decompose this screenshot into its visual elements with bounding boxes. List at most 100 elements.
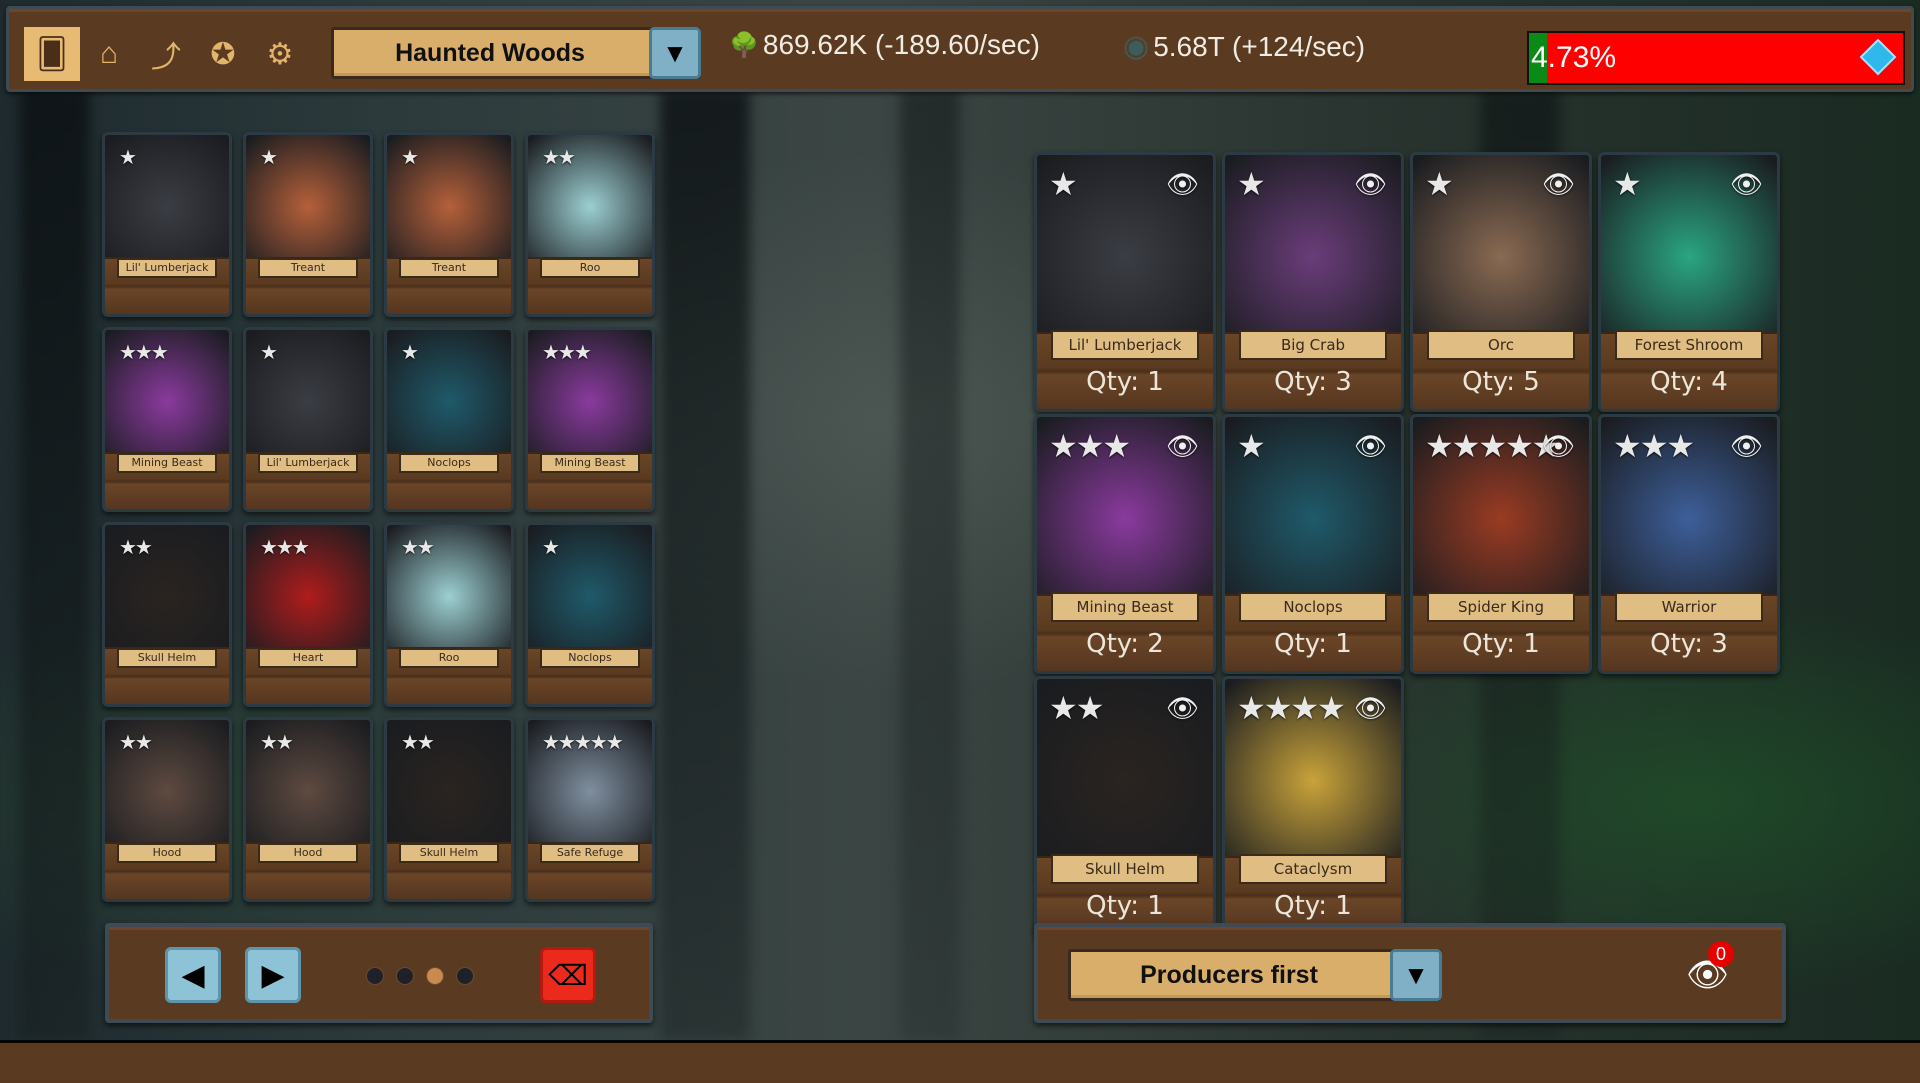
eye-icon[interactable]: 👁 [1354, 169, 1387, 200]
deck-card[interactable]: Safe Refuge ★★★★★ [525, 717, 655, 902]
star-rating-icon: ★ [1613, 166, 1642, 202]
stone-amount: 5.68T (+124/sec) [1153, 30, 1366, 62]
card-name: Forest Shroom [1615, 330, 1763, 360]
star-rating-icon: ★★★ [1613, 428, 1695, 464]
region-selected: Haunted Woods [395, 38, 585, 67]
diamond-gem-icon[interactable] [1859, 38, 1897, 76]
star-rating-icon: ★ [401, 342, 419, 364]
eye-icon[interactable]: 👁 [1542, 431, 1575, 462]
star-rating-icon: ★★ [119, 732, 153, 754]
card-name: Treant [258, 258, 358, 278]
deck-card[interactable]: Mining Beast ★★★ [525, 327, 655, 512]
nav-button-cards[interactable]: 🂠 [24, 27, 80, 81]
eye-icon[interactable]: 👁 [1354, 431, 1387, 462]
collection-card[interactable]: Skull Helm ★★ 👁 Qty: 1 [1034, 676, 1216, 936]
star-rating-icon: ★★ [1049, 690, 1104, 726]
zone-progress-bar: 4.73% [1527, 31, 1905, 85]
stone-coin-icon: ◉ [1123, 30, 1150, 63]
deck-card[interactable]: Roo ★★ [525, 132, 655, 317]
nav-button-settings-gears[interactable]: ⚙ [252, 27, 308, 81]
deck-card[interactable]: Noclops ★ [384, 327, 514, 512]
next-page-button[interactable]: ▶ [245, 947, 301, 1003]
deck-card[interactable]: Roo ★★ [384, 522, 514, 707]
collection-card[interactable]: Orc ★ 👁 Qty: 5 [1410, 152, 1592, 412]
region-dropdown[interactable]: Haunted Woods ▼ [331, 27, 701, 79]
eye-icon[interactable]: 👁 [1730, 431, 1763, 462]
page-dot-4[interactable] [456, 967, 474, 985]
collection-card[interactable]: Noclops ★ 👁 Qty: 1 [1222, 414, 1404, 674]
settings-gears-icon: ⚙ [266, 37, 294, 71]
page-dot-2[interactable] [396, 967, 414, 985]
collection-card[interactable]: Spider King ★★★★★ 👁 Qty: 1 [1410, 414, 1592, 674]
collection-card[interactable]: Lil' Lumberjack ★ 👁 Qty: 1 [1034, 152, 1216, 412]
star-rating-icon: ★★ [401, 537, 435, 559]
eye-icon[interactable]: 👁 [1166, 169, 1199, 200]
card-name: Noclops [399, 453, 499, 473]
deck-card[interactable]: Lil' Lumberjack ★ [102, 132, 232, 317]
background-tree [900, 90, 960, 1040]
card-name: Spider King [1427, 592, 1575, 622]
card-quantity: Qty: 1 [1462, 629, 1540, 659]
star-rating-icon: ★★★★ [1237, 690, 1346, 726]
star-rating-icon: ★★ [401, 732, 435, 754]
card-name: Noclops [540, 648, 640, 668]
card-name: Mining Beast [540, 453, 640, 473]
collection-sort-bar: Producers first ▼ 👁 0 [1034, 923, 1786, 1023]
deck-card[interactable]: Noclops ★ [525, 522, 655, 707]
prev-page-button[interactable]: ◀ [165, 947, 221, 1003]
card-name: Warrior [1615, 592, 1763, 622]
card-name: Noclops [1239, 592, 1387, 622]
eye-icon[interactable]: 👁 [1542, 169, 1575, 200]
star-rating-icon: ★★★ [1049, 428, 1131, 464]
collection-card[interactable]: Forest Shroom ★ 👁 Qty: 4 [1598, 152, 1780, 412]
chevron-down-icon[interactable]: ▼ [649, 27, 701, 79]
eye-icon[interactable]: 👁 [1166, 431, 1199, 462]
achievement-medal-icon: ✪ [210, 37, 236, 71]
nav-button-upgrade-arrow[interactable]: ⤴ [138, 27, 194, 81]
star-rating-icon: ★ [1425, 166, 1454, 202]
eye-icon[interactable]: 👁 [1730, 169, 1763, 200]
deck-card[interactable]: Hood ★★ [102, 717, 232, 902]
card-name: Skull Helm [399, 843, 499, 863]
card-name: Roo [540, 258, 640, 278]
page-dot-3[interactable] [426, 967, 444, 985]
deck-card[interactable]: Skull Helm ★★ [384, 717, 514, 902]
star-rating-icon: ★★★★★ [1425, 428, 1560, 464]
deck-card[interactable]: Lil' Lumberjack ★ [243, 327, 373, 512]
card-name: Cataclysm [1239, 854, 1387, 884]
wood-resource: 🌳 869.62K (-189.60/sec) [729, 29, 1040, 61]
deck-card[interactable]: Skull Helm ★★ [102, 522, 232, 707]
background-tree [660, 90, 750, 1040]
sort-dropdown[interactable]: Producers first ▼ [1068, 949, 1442, 1001]
chevron-down-icon[interactable]: ▼ [1390, 949, 1442, 1001]
page-dot-1[interactable] [366, 967, 384, 985]
deck-card[interactable]: Treant ★ [243, 132, 373, 317]
nav-button-achievement-medal[interactable]: ✪ [195, 27, 251, 81]
card-name: Lil' Lumberjack [258, 453, 358, 473]
stone-resource: ◉ 5.68T (+124/sec) [1123, 29, 1365, 64]
card-quantity: Qty: 2 [1086, 629, 1164, 659]
collection-card[interactable]: Big Crab ★ 👁 Qty: 3 [1222, 152, 1404, 412]
card-name: Mining Beast [1051, 592, 1199, 622]
card-name: Lil' Lumberjack [1051, 330, 1199, 360]
collection-card[interactable]: Cataclysm ★★★★ 👁 Qty: 1 [1222, 676, 1404, 936]
hidden-cards-toggle[interactable]: 👁 0 [1686, 941, 1736, 995]
card-name: Heart [258, 648, 358, 668]
eye-icon[interactable]: 👁 [1166, 693, 1199, 724]
deck-card[interactable]: Treant ★ [384, 132, 514, 317]
card-quantity: Qty: 1 [1086, 891, 1164, 921]
eraser-icon: ⌫ [548, 959, 588, 991]
card-quantity: Qty: 1 [1274, 629, 1352, 659]
sort-selected: Producers first [1140, 960, 1318, 989]
eye-icon[interactable]: 👁 [1354, 693, 1387, 724]
deck-card[interactable]: Mining Beast ★★★ [102, 327, 232, 512]
shop-icon: ⌂ [99, 37, 119, 70]
card-name: Skull Helm [117, 648, 217, 668]
deck-card[interactable]: Heart ★★★ [243, 522, 373, 707]
card-quantity: Qty: 1 [1274, 891, 1352, 921]
collection-card[interactable]: Mining Beast ★★★ 👁 Qty: 2 [1034, 414, 1216, 674]
nav-button-shop[interactable]: ⌂ [81, 27, 137, 81]
clear-deck-button[interactable]: ⌫ [540, 947, 596, 1003]
collection-card[interactable]: Warrior ★★★ 👁 Qty: 3 [1598, 414, 1780, 674]
deck-card[interactable]: Hood ★★ [243, 717, 373, 902]
